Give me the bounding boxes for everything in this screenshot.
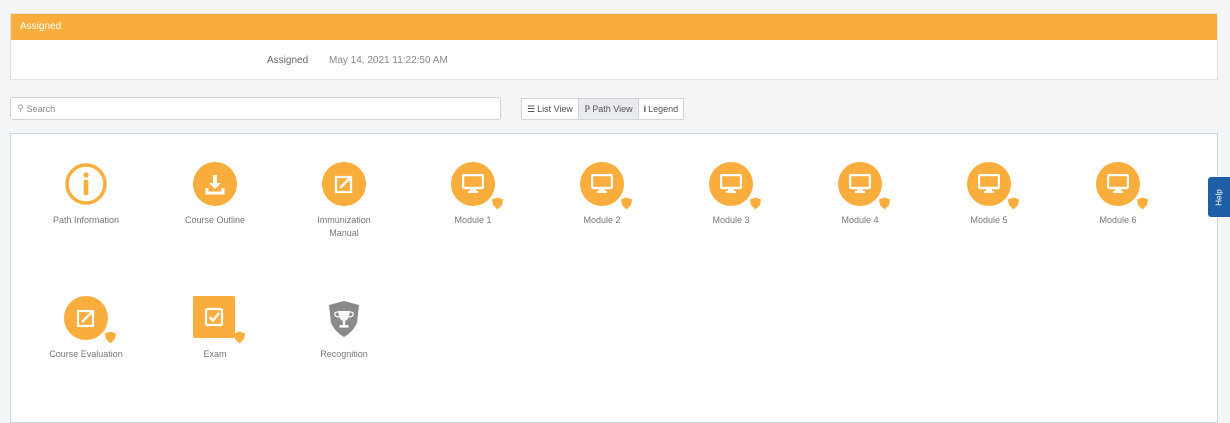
help-tab[interactable]: Help — [1208, 177, 1230, 217]
path-item-module-2[interactable]: Module 2 — [547, 162, 657, 227]
external-link-icon — [64, 296, 108, 340]
path-item-icon-wrap — [322, 162, 366, 206]
path-item-icon-wrap — [193, 296, 245, 344]
assigned-date: May 14, 2021 11:22:50 AM — [329, 55, 448, 66]
trophy-shield-icon — [329, 301, 359, 337]
path-item-module-5[interactable]: Module 5 — [934, 162, 1044, 227]
path-item-label: Immunization Manual — [317, 215, 371, 238]
external-link-icon — [322, 162, 366, 206]
path-item-icon-wrap — [967, 162, 1019, 210]
path-view-button[interactable]: ℙ Path View — [577, 98, 639, 120]
path-item-icon-wrap — [64, 162, 108, 206]
path-item-icon-wrap — [580, 162, 632, 210]
download-icon — [193, 162, 237, 206]
shield-badge-icon — [879, 197, 890, 210]
legend-button[interactable]: i Legend — [637, 98, 685, 120]
path-item-path-information[interactable]: Path Information — [31, 162, 141, 227]
path-item-icon-wrap — [709, 162, 761, 210]
shield-badge-icon — [1137, 197, 1148, 210]
path-item-course-outline[interactable]: Course Outline — [160, 162, 270, 227]
path-item-exam[interactable]: Exam — [160, 296, 270, 361]
path-item-label: Module 6 — [1099, 215, 1137, 225]
shield-badge-icon — [1008, 197, 1019, 210]
path-item-module-3[interactable]: Module 3 — [676, 162, 786, 227]
path-item-label: Module 4 — [841, 215, 879, 225]
help-label: Help — [1214, 188, 1224, 206]
list-view-button[interactable]: ☰ List View — [521, 98, 579, 120]
legend-label: Legend — [648, 104, 679, 114]
info-circle-icon — [65, 163, 107, 205]
info-icon: i — [643, 104, 647, 114]
path-item-label: Module 1 — [454, 215, 492, 225]
shield-badge-icon — [750, 197, 761, 210]
view-toggle: ☰ List View ℙ Path View i Legend — [521, 98, 685, 120]
path-item-module-4[interactable]: Module 4 — [805, 162, 915, 227]
assigned-panel: Assigned Assigned May 14, 2021 11:22:50 … — [10, 13, 1218, 80]
checkbox-icon — [193, 296, 235, 338]
path-item-icon-wrap — [838, 162, 890, 210]
path-view-label: Path View — [592, 104, 633, 114]
path-item-module-6[interactable]: Module 6 — [1063, 162, 1173, 227]
path-item-icon-wrap — [322, 296, 366, 340]
monitor-icon — [580, 162, 624, 206]
path-item-recognition[interactable]: Recognition — [289, 296, 399, 361]
path-item-label: Course Evaluation — [49, 349, 123, 359]
path-item-label: Path Information — [52, 215, 120, 225]
path-item-module-1[interactable]: Module 1 — [418, 162, 528, 227]
assigned-header: Assigned — [11, 14, 1217, 40]
path-item-immunization-manual[interactable]: Immunization Manual — [289, 162, 399, 240]
monitor-icon — [709, 162, 753, 206]
monitor-icon — [1096, 162, 1140, 206]
list-view-label: List View — [537, 104, 573, 114]
path-item-icon-wrap — [193, 162, 237, 206]
monitor-icon — [838, 162, 882, 206]
assigned-label: Assigned — [267, 55, 309, 66]
path-item-course-evaluation[interactable]: Course Evaluation — [31, 296, 141, 361]
shield-badge-icon — [234, 331, 245, 344]
path-item-label: Course Outline — [184, 215, 246, 225]
path-item-icon-wrap — [451, 162, 503, 210]
path-item-label: Exam — [203, 349, 227, 359]
path-item-label: Module 2 — [583, 215, 621, 225]
monitor-icon — [451, 162, 495, 206]
search-icon: ⚲ — [17, 103, 24, 113]
list-icon: ☰ — [527, 103, 536, 114]
path-item-label: Module 3 — [712, 215, 750, 225]
path-item-icon-wrap — [1096, 162, 1148, 210]
path-item-label: Module 5 — [970, 215, 1008, 225]
path-view-panel: Path Information Course Outline Immuniza… — [10, 133, 1218, 423]
path-item-icon-wrap — [64, 296, 116, 344]
search-input[interactable] — [26, 103, 467, 114]
shield-badge-icon — [621, 197, 632, 210]
monitor-icon — [967, 162, 1011, 206]
shield-badge-icon — [492, 197, 503, 210]
path-icon: ℙ — [583, 103, 591, 114]
shield-badge-icon — [105, 331, 116, 344]
search-box[interactable]: ⚲ — [10, 97, 501, 120]
path-item-label: Recognition — [320, 349, 368, 359]
